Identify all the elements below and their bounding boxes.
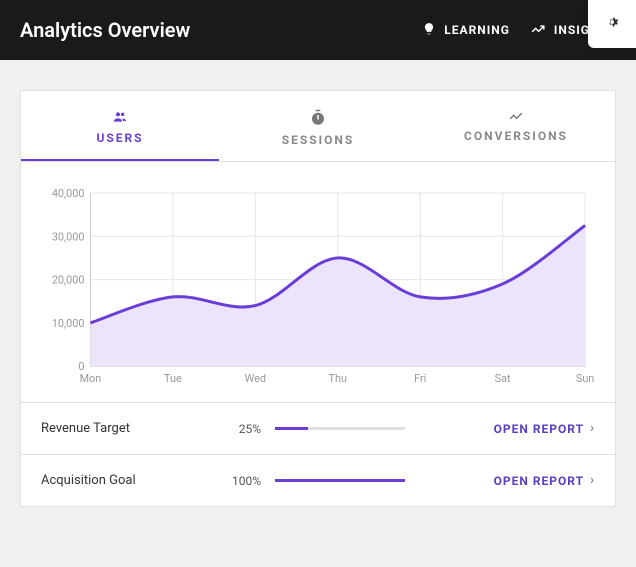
tab-conversions[interactable]: CONVERSIONS <box>417 91 615 161</box>
lightbulb-icon <box>422 22 436 39</box>
svg-text:Wed: Wed <box>245 372 266 385</box>
kpi-row: Acquisition Goal100% OPEN REPORT › <box>21 454 615 506</box>
page-title: Analytics Overview <box>20 18 190 42</box>
svg-text:30,000: 30,000 <box>52 230 85 243</box>
kpi-row: Revenue Target25% OPEN REPORT › <box>21 402 615 454</box>
svg-text:Thu: Thu <box>329 372 347 385</box>
kpi-label: Acquisition Goal <box>41 473 221 488</box>
svg-text:Sun: Sun <box>576 372 594 385</box>
tab-conversions-label: CONVERSIONS <box>417 129 615 143</box>
nav-learning-label: LEARNING <box>444 23 510 37</box>
chart-container: 010,00020,00030,00040,000MonTueWedThuFri… <box>21 162 615 402</box>
progress-bar <box>275 479 405 482</box>
nav-learning[interactable]: LEARNING <box>422 22 510 39</box>
tab-sessions-label: SESSIONS <box>219 133 417 147</box>
kpi-percent: 100% <box>221 474 261 488</box>
svg-text:Mon: Mon <box>80 372 102 385</box>
progress-bar <box>275 427 405 430</box>
settings-button[interactable] <box>588 0 636 48</box>
users-icon <box>21 109 219 125</box>
chevron-right-icon: › <box>590 473 595 488</box>
svg-text:Sat: Sat <box>495 372 511 385</box>
trending-icon <box>530 22 546 39</box>
line-chart: 010,00020,00030,00040,000MonTueWedThuFri… <box>41 182 595 392</box>
kpi-label: Revenue Target <box>41 421 221 436</box>
svg-text:10,000: 10,000 <box>52 317 85 330</box>
open-report-link[interactable]: OPEN REPORT › <box>494 421 595 436</box>
kpi-percent: 25% <box>221 422 261 436</box>
chevron-right-icon: › <box>590 421 595 436</box>
open-report-link[interactable]: OPEN REPORT › <box>494 473 595 488</box>
metric-tabs: USERS SESSIONS CONVERSIONS <box>21 91 615 162</box>
tab-users-label: USERS <box>21 131 219 145</box>
app-header: Analytics Overview LEARNING INSIGHTS <box>0 0 636 60</box>
chart-line-icon <box>417 109 615 123</box>
tab-sessions[interactable]: SESSIONS <box>219 91 417 161</box>
header-nav: LEARNING INSIGHTS <box>422 22 616 39</box>
kpi-list: Revenue Target25%OPEN REPORT ›Acquisitio… <box>21 402 615 506</box>
tab-users[interactable]: USERS <box>21 91 219 161</box>
analytics-card: USERS SESSIONS CONVERSIONS 010,00020,000… <box>20 90 616 507</box>
svg-text:Tue: Tue <box>164 372 182 385</box>
stopwatch-icon <box>219 109 417 127</box>
svg-text:20,000: 20,000 <box>52 274 85 287</box>
svg-text:Fri: Fri <box>414 372 426 385</box>
svg-text:40,000: 40,000 <box>52 187 85 200</box>
gear-icon <box>604 14 620 34</box>
